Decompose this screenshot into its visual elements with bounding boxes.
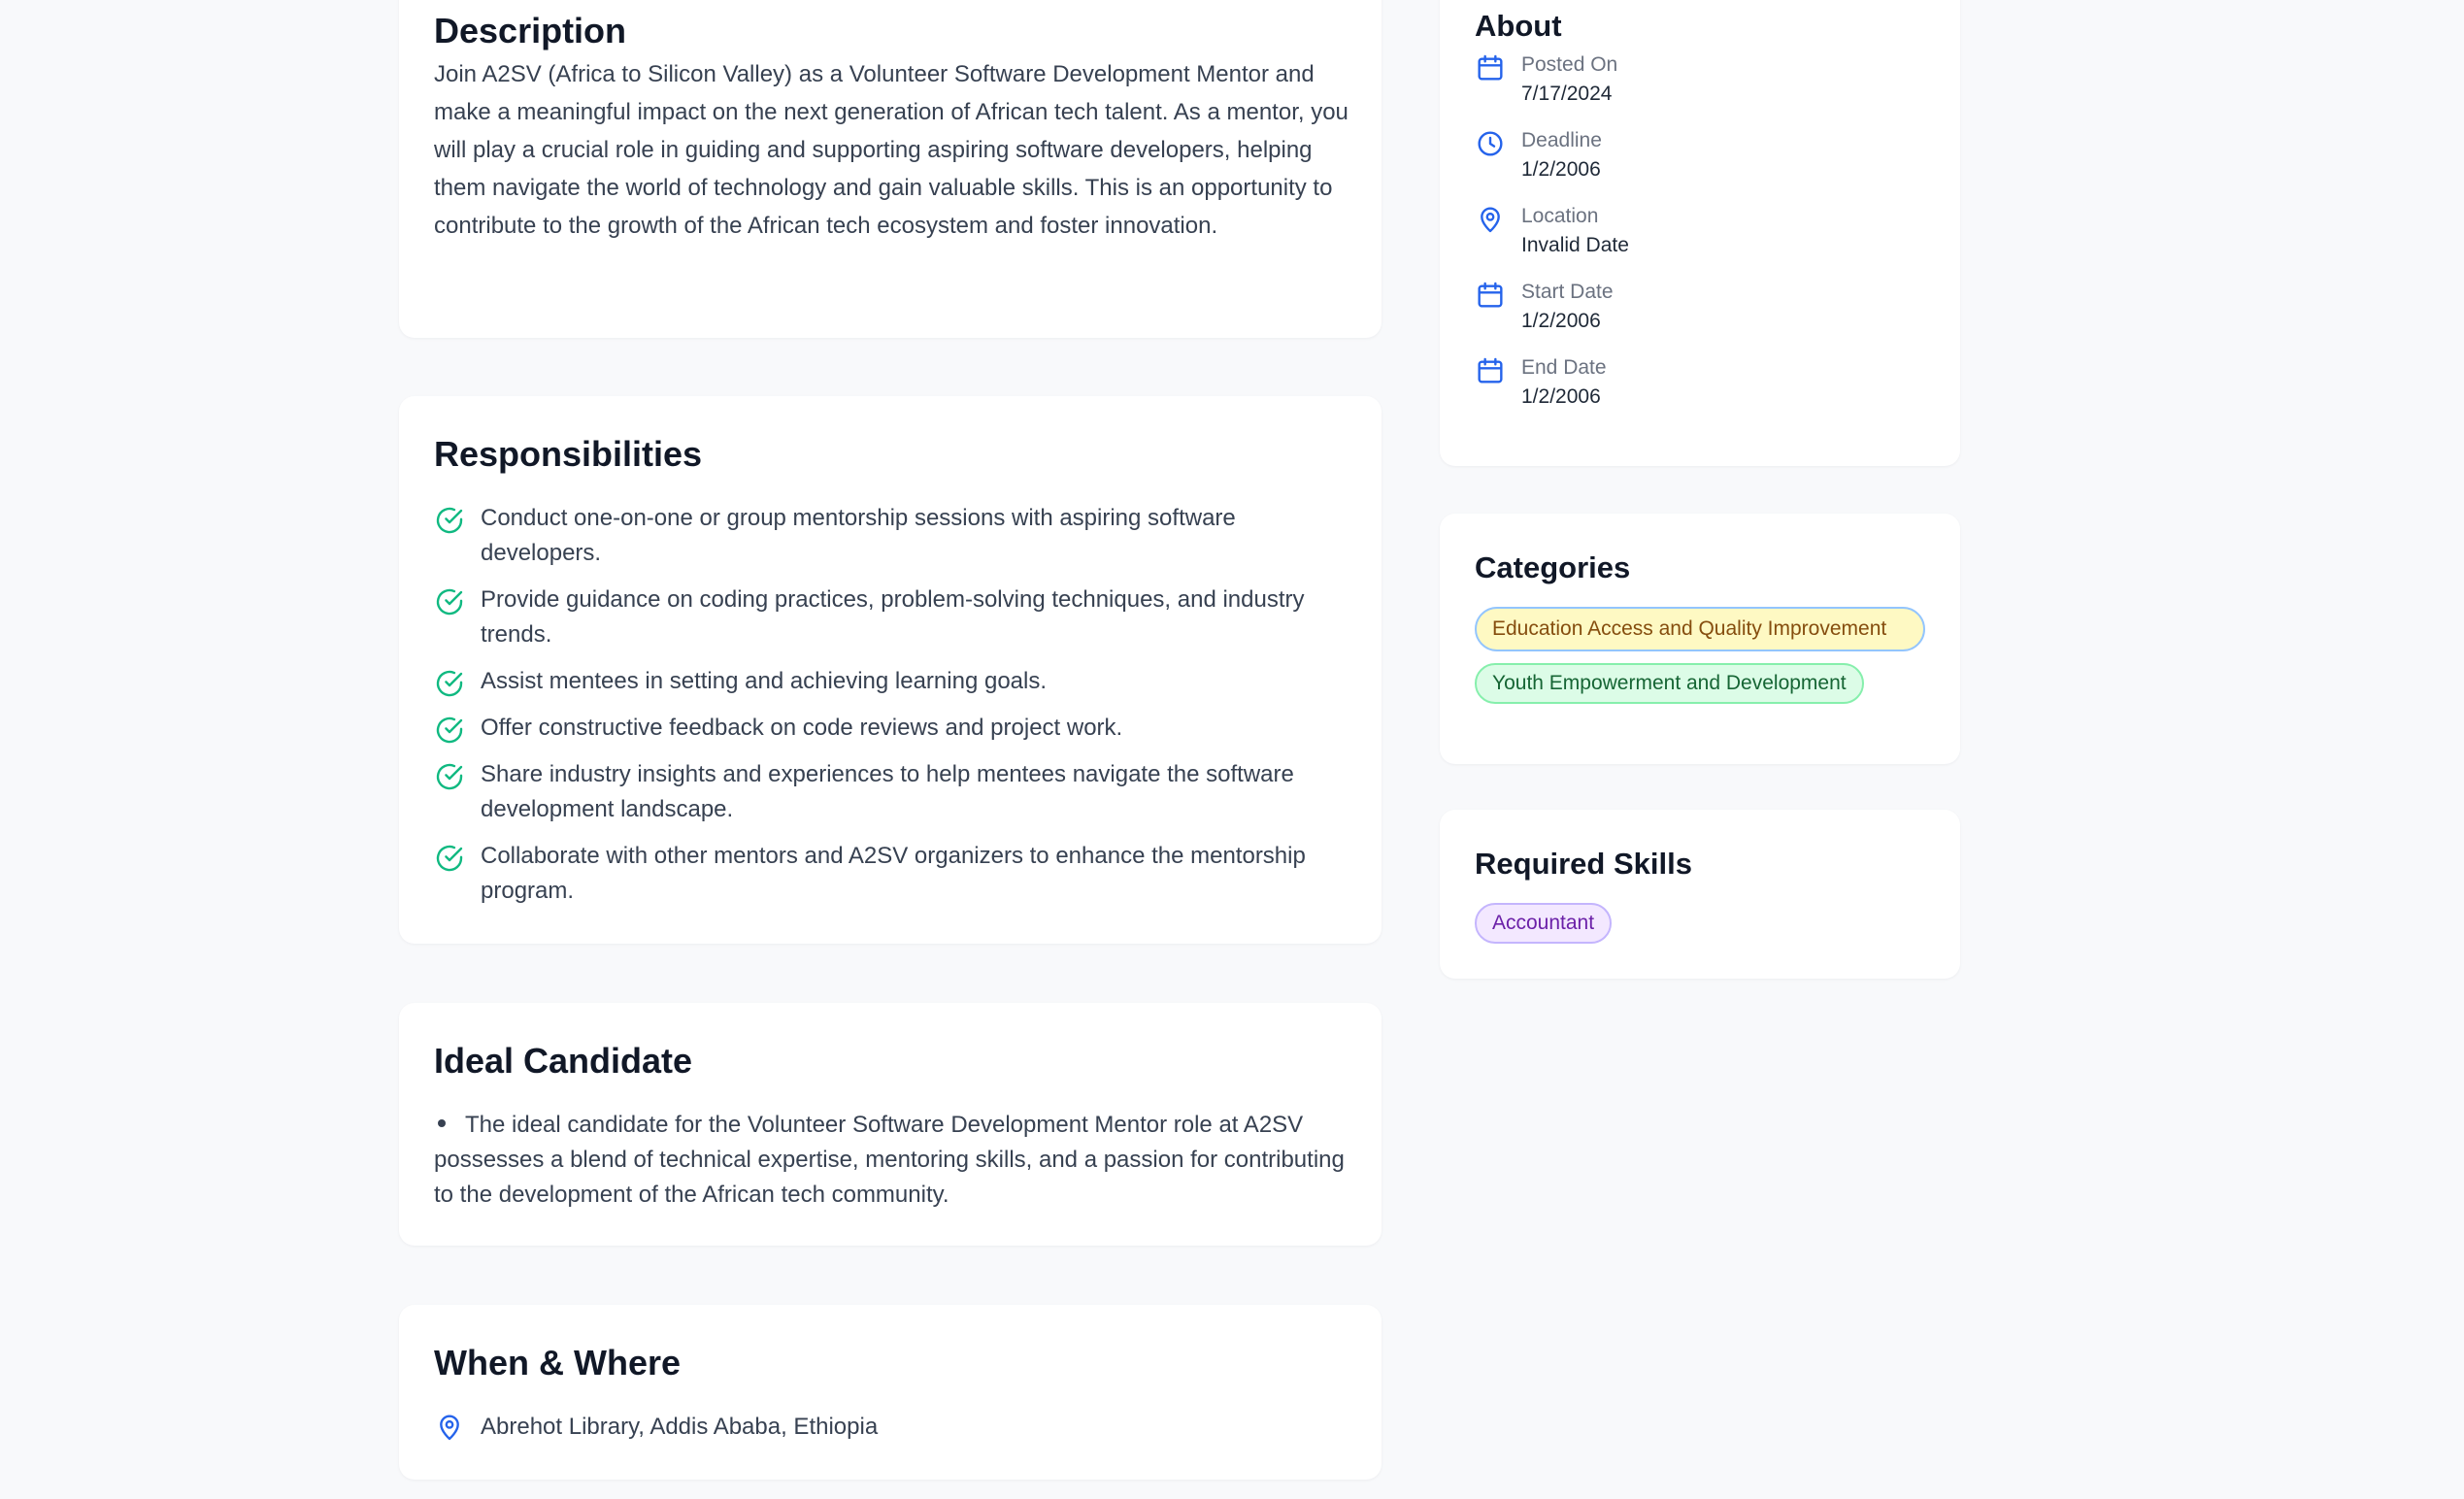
about-value: Invalid Date — [1521, 234, 1629, 256]
location-pin-icon — [440, 1415, 459, 1441]
categories-title: Categories — [1475, 550, 1631, 584]
description-card: Description Join A2SV (Africa to Silicon… — [399, 0, 1382, 338]
about-label: Start Date — [1521, 281, 1614, 303]
about-item-posted-on: Posted On 7/17/2024 — [1475, 50, 1629, 126]
about-card: About Posted On 7/17/2024 Deadline 1/2/2… — [1440, 0, 1960, 466]
list-item: Provide guidance on coding practices, pr… — [434, 583, 1356, 652]
ideal-candidate-title: Ideal Candidate — [434, 1041, 693, 1081]
about-list: Posted On 7/17/2024 Deadline 1/2/2006 Lo… — [1475, 50, 1629, 429]
location-text: Abrehot Library, Addis Ababa, Ethiopia — [481, 1414, 879, 1440]
list-item: Conduct one-on-one or group mentorship s… — [434, 501, 1356, 571]
about-title: About — [1475, 9, 1562, 43]
responsibility-text: Provide guidance on coding practices, pr… — [481, 586, 1305, 648]
check-circle-icon — [436, 716, 463, 744]
check-circle-icon — [436, 588, 463, 616]
about-item-start-date: Start Date 1/2/2006 — [1475, 278, 1629, 353]
check-circle-icon — [436, 845, 463, 872]
responsibilities-card: Responsibilities Conduct one-on-one or g… — [399, 396, 1382, 944]
when-where-title: When & Where — [434, 1343, 682, 1382]
list-item: Share industry insights and experiences … — [434, 757, 1356, 827]
about-label: Posted On — [1521, 53, 1618, 76]
responsibility-text: Collaborate with other mentors and A2SV … — [481, 843, 1306, 904]
calendar-icon — [1478, 282, 1503, 308]
responsibility-text: Share industry insights and experiences … — [481, 761, 1294, 822]
bullet-icon — [438, 1119, 446, 1128]
about-item-location: Location Invalid Date — [1475, 202, 1629, 278]
calendar-icon — [1478, 357, 1503, 383]
about-label: Deadline — [1521, 129, 1602, 151]
check-circle-icon — [436, 763, 463, 790]
about-value: 1/2/2006 — [1521, 158, 1601, 181]
description-body: Join A2SV (Africa to Silicon Valley) as … — [434, 61, 1349, 239]
location-pin-icon — [1481, 207, 1500, 233]
category-tag: Education Access and Quality Improvement — [1475, 607, 1925, 651]
check-circle-icon — [436, 507, 463, 534]
about-label: End Date — [1521, 356, 1607, 379]
about-item-deadline: Deadline 1/2/2006 — [1475, 126, 1629, 202]
check-circle-icon — [436, 670, 463, 697]
required-skills-card: Required Skills Accountant — [1440, 810, 1960, 979]
about-value: 1/2/2006 — [1521, 385, 1601, 408]
ideal-candidate-card: Ideal Candidate The ideal candidate for … — [399, 1003, 1382, 1246]
responsibilities-title: Responsibilities — [434, 434, 703, 474]
list-item: Collaborate with other mentors and A2SV … — [434, 839, 1356, 909]
category-tag: Youth Empowerment and Development — [1475, 663, 1864, 704]
ideal-candidate-text: The ideal candidate for the Volunteer So… — [434, 1112, 1345, 1208]
responsibility-text: Conduct one-on-one or group mentorship s… — [481, 505, 1236, 566]
description-title: Description — [434, 11, 627, 50]
when-where-card: When & Where Abrehot Library, Addis Abab… — [399, 1305, 1382, 1480]
opportunity-detail-page: Description Join A2SV (Africa to Silicon… — [0, 0, 2464, 1499]
responsibility-text: Assist mentees in setting and achieving … — [481, 668, 1048, 694]
clock-icon — [1478, 131, 1503, 156]
categories-card: Categories Education Access and Quality … — [1440, 514, 1960, 764]
about-value: 7/17/2024 — [1521, 83, 1613, 105]
location-row: Abrehot Library, Addis Ababa, Ethiopia — [434, 1410, 878, 1445]
list-item: Offer constructive feedback on code revi… — [434, 711, 1356, 746]
list-item: Assist mentees in setting and achieving … — [434, 664, 1356, 699]
responsibilities-list: Conduct one-on-one or group mentorship s… — [434, 501, 1356, 920]
about-value: 1/2/2006 — [1521, 310, 1601, 332]
responsibility-text: Offer constructive feedback on code revi… — [481, 715, 1123, 741]
skill-tag: Accountant — [1475, 903, 1613, 944]
ideal-candidate-item: The ideal candidate for the Volunteer So… — [434, 1108, 1356, 1213]
about-label: Location — [1521, 205, 1599, 227]
category-tags: Education Access and Quality Improvement… — [1475, 607, 1925, 716]
about-item-end-date: End Date 1/2/2006 — [1475, 353, 1629, 429]
calendar-icon — [1478, 54, 1503, 81]
required-skills-title: Required Skills — [1475, 847, 1692, 881]
